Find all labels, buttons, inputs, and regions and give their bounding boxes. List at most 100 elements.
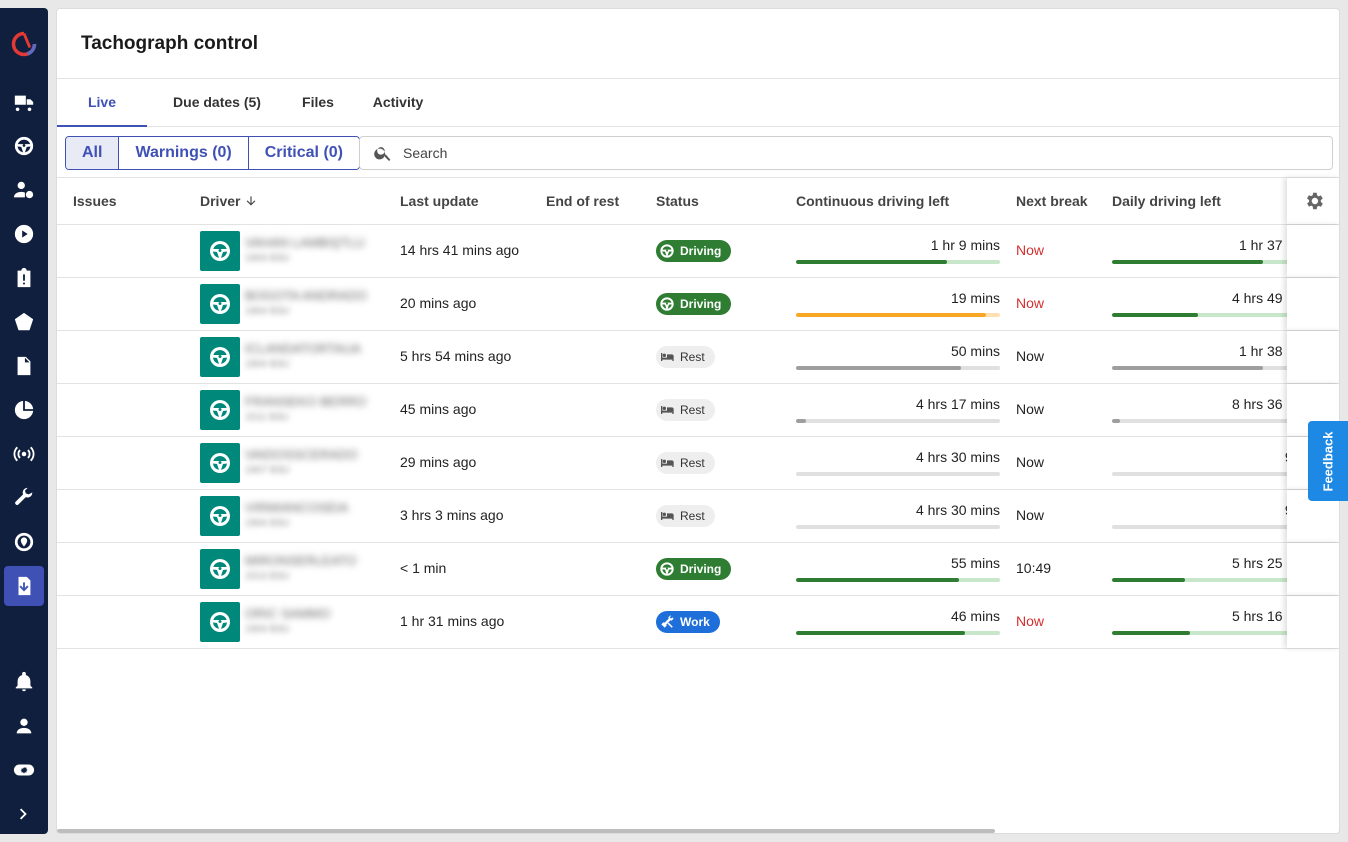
driver-name[interactable]: VAHAN LAMBIŞTLU <box>245 235 390 250</box>
brand-logo[interactable] <box>4 24 44 64</box>
driver-name[interactable]: VAIDOSSCERADO <box>245 447 390 462</box>
bed-icon <box>661 353 674 361</box>
last-update: 1 hr 31 mins ago <box>400 613 505 629</box>
tab-activity[interactable]: Activity <box>349 79 447 127</box>
steering-wheel-icon <box>660 244 674 258</box>
table-row[interactable]: BOGOTA ANDRADO 1904 B3U 20 mins ago Driving… <box>57 278 1339 331</box>
driver-name[interactable]: BOGOTA ANDRADO <box>245 288 390 303</box>
continuous-driving-fill <box>796 578 960 582</box>
next-break: Now <box>1016 401 1045 417</box>
steering-wheel-icon <box>210 559 230 579</box>
driver-avatar <box>200 496 240 536</box>
driver-name[interactable]: ICLANDATORTAUA <box>245 341 390 356</box>
nav-profile[interactable] <box>4 706 44 746</box>
bell-icon <box>15 671 33 692</box>
steering-wheel-icon <box>210 241 230 261</box>
column-settings-button[interactable] <box>1287 178 1339 224</box>
driver-name[interactable]: VIRMIANCOSEIA <box>245 500 390 515</box>
next-break: 10:49 <box>1016 560 1052 576</box>
steering-wheel-icon <box>660 297 674 311</box>
severity-filter: All Warnings (0) Critical (0) <box>65 136 360 170</box>
daily-driving-cell: 5 hrs 25 mins <box>1112 543 1287 595</box>
nav-tasks[interactable] <box>4 258 44 298</box>
col-status[interactable]: Status <box>656 178 699 224</box>
daily-driving-value: 1 hr 38 mins <box>1238 343 1287 359</box>
daily-driving-track <box>1112 419 1287 423</box>
table-row[interactable]: FRANSEKO BERRO 1511 B3U 45 mins ago Rest 4 h… <box>57 384 1339 437</box>
col-next-break[interactable]: Next break <box>1016 178 1088 224</box>
row-actions-cell <box>1287 225 1339 277</box>
daily-driving-track <box>1112 578 1287 582</box>
col-end-of-rest[interactable]: End of rest <box>546 178 619 224</box>
table-row[interactable]: ORIC SAMMO 1904 B3U 1 hr 31 mins ago Work 46… <box>57 596 1339 649</box>
driver-card-id: 1904 B3U <box>245 253 290 264</box>
driver-avatar <box>200 337 240 377</box>
feedback-button[interactable]: Feedback <box>1308 421 1348 501</box>
col-daily-driving[interactable]: Daily driving left <box>1112 178 1221 224</box>
steering-wheel-icon <box>660 562 674 576</box>
status-label: Rest <box>680 456 705 470</box>
nav-signals[interactable] <box>4 434 44 474</box>
nav-notifications[interactable] <box>4 662 44 702</box>
filter-all-button[interactable]: All <box>66 137 120 169</box>
nav-play[interactable] <box>4 214 44 254</box>
driver-card-id: 1904 B3U <box>245 306 290 317</box>
table-row[interactable]: VIRMIANCOSEIA 1904 B3U 3 hrs 3 mins ago Res… <box>57 490 1339 543</box>
tab-files[interactable]: Files <box>287 79 349 127</box>
driver-name[interactable]: ORIC SAMMO <box>245 606 390 621</box>
row-actions-cell <box>1287 596 1339 648</box>
col-continuous-driving[interactable]: Continuous driving left <box>796 178 949 224</box>
sort-arrow-down-icon[interactable] <box>244 194 258 208</box>
filter-warnings-button[interactable]: Warnings (0) <box>119 137 249 169</box>
col-driver[interactable]: Driver <box>200 178 258 224</box>
steering-wheel-icon <box>210 506 230 526</box>
filter-critical-button[interactable]: Critical (0) <box>248 137 359 169</box>
nav-geofences[interactable] <box>4 302 44 342</box>
table-row[interactable]: VAIDOSSCERADO 1907 B3U 29 mins ago Rest 4 hr… <box>57 437 1339 490</box>
last-update: 29 mins ago <box>400 454 477 470</box>
status-badge: Rest <box>656 399 715 421</box>
daily-driving-track <box>1112 313 1287 317</box>
nav-tachograph[interactable] <box>4 566 44 606</box>
continuous-driving-value: 1 hr 9 mins <box>930 237 1000 253</box>
nav-users[interactable] <box>4 170 44 210</box>
daily-driving-cell: 1 hr 38 mins <box>1112 331 1287 383</box>
main-panel: Tachograph control Live Due dates (5) Fi… <box>56 8 1340 834</box>
steering-wheel-icon <box>210 400 230 420</box>
table-row[interactable]: ICLANDATORTAUA 1904 B3U 5 hrs 54 mins ago R… <box>57 331 1339 384</box>
nav-settings[interactable] <box>4 750 44 790</box>
steering-wheel-icon <box>210 453 230 473</box>
nav-maintenance[interactable] <box>4 478 44 518</box>
horizontal-scrollbar[interactable] <box>57 829 995 833</box>
search-input[interactable] <box>403 145 1303 161</box>
daily-driving-fill <box>1112 366 1263 370</box>
tab-live[interactable]: Live <box>57 79 147 127</box>
gear-icon <box>1307 192 1323 210</box>
last-update: 14 hrs 41 mins ago <box>400 242 520 258</box>
nav-vehicles[interactable] <box>4 82 44 122</box>
driver-name[interactable]: MIRONSERLEATO <box>245 553 390 568</box>
play-circle-icon <box>14 224 34 244</box>
tab-due-dates[interactable]: Due dates (5) <box>147 79 287 127</box>
next-break: Now <box>1016 242 1045 258</box>
location-target-icon <box>14 532 34 552</box>
nav-documents[interactable] <box>4 346 44 386</box>
continuous-driving-value: 46 mins <box>950 608 1000 624</box>
driver-name[interactable]: FRANSEKO BERRO <box>245 394 390 409</box>
daily-driving-fill <box>1112 260 1263 264</box>
nav-reports[interactable] <box>4 390 44 430</box>
expand-sidebar-button[interactable] <box>4 794 44 834</box>
col-issues[interactable]: Issues <box>73 178 117 224</box>
nav-drivers[interactable] <box>4 126 44 166</box>
truck-icon <box>14 95 34 112</box>
tools-icon <box>661 615 674 628</box>
table-row[interactable]: MIRONSERLEATO 1513 B3U < 1 min Driving 55 mi… <box>57 543 1339 596</box>
daily-driving-fill <box>1112 631 1190 635</box>
table-row[interactable]: VAHAN LAMBIŞTLU 1904 B3U 14 hrs 41 mins ag… <box>57 225 1339 278</box>
daily-driving-fill <box>1112 313 1198 317</box>
row-actions-cell <box>1287 331 1339 383</box>
search-icon <box>374 147 391 161</box>
col-last-update[interactable]: Last update <box>400 178 479 224</box>
continuous-driving-value: 4 hrs 30 mins <box>915 449 1000 465</box>
nav-locations[interactable] <box>4 522 44 562</box>
